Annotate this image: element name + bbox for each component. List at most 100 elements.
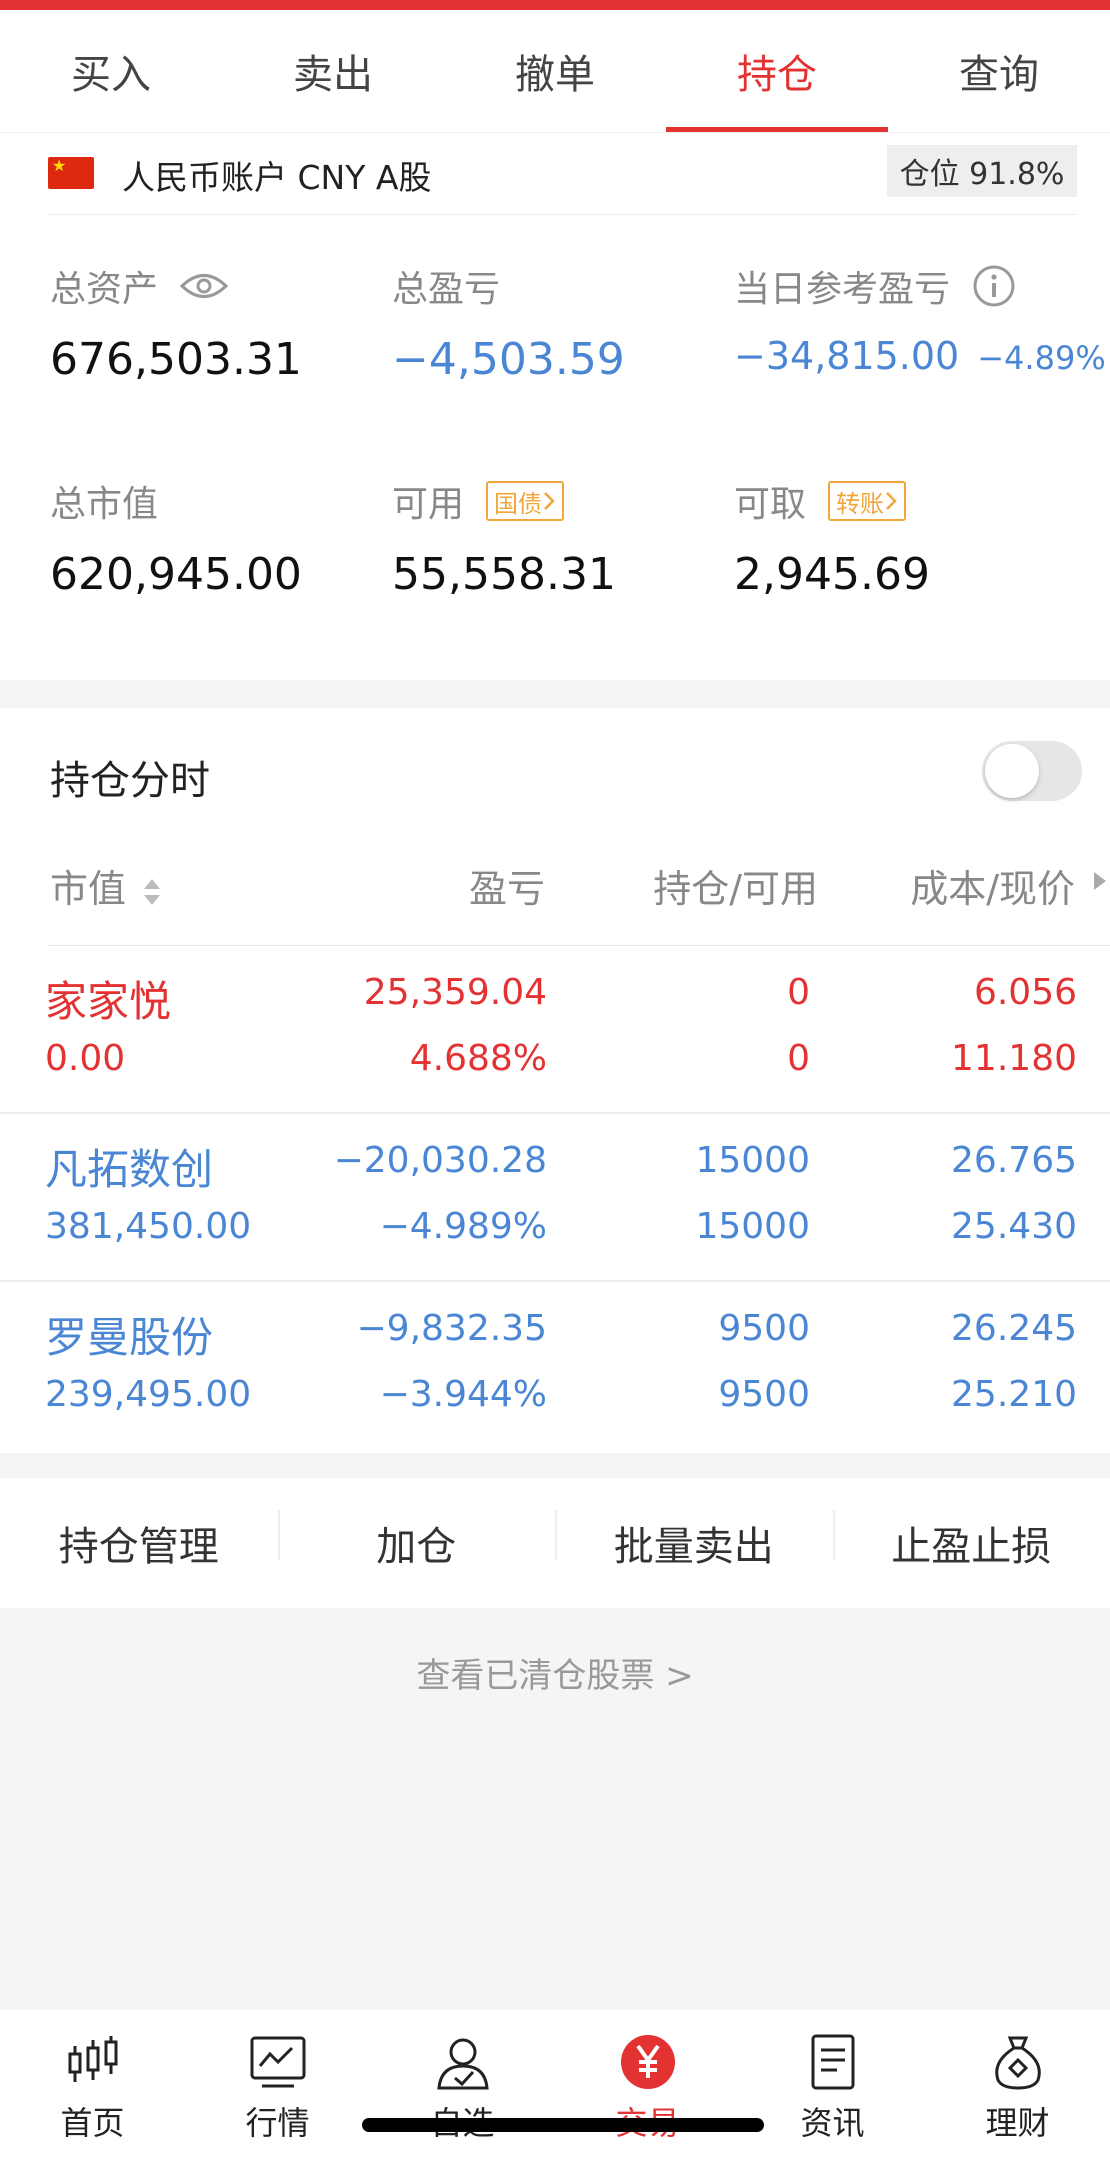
stock-pl: −9,832.35 — [356, 1308, 547, 1349]
money-bag-icon — [994, 2036, 1041, 2090]
batch-sell-button[interactable]: 批量卖出 — [555, 1510, 833, 1572]
today-pl-pct: −4.89% — [977, 339, 1106, 377]
add-position-button[interactable]: 加仓 — [277, 1510, 556, 1572]
nav-news-label: 资讯 — [800, 2104, 865, 2142]
account-row[interactable]: ★ 人民币账户 CNY A股 仓位 91.8% — [0, 133, 1110, 215]
available-value: 55,558.31 — [392, 549, 616, 600]
withdrawable-label: 可取 — [734, 484, 807, 525]
stop-profit-loss-button[interactable]: 止盈止损 — [832, 1510, 1110, 1572]
stock-position: 9500 — [718, 1308, 810, 1349]
stock-available: 0 — [787, 1038, 810, 1079]
stock-market-value: 239,495.00 — [45, 1374, 252, 1415]
column-position[interactable]: 持仓/可用 — [653, 858, 818, 913]
stock-market-value: 0.00 — [45, 1038, 126, 1079]
chart-icon — [250, 2036, 305, 2088]
home-indicator — [362, 2118, 764, 2132]
nav-wealth-label: 理财 — [985, 2104, 1050, 2142]
nav-news[interactable]: 资讯 — [740, 2010, 925, 2159]
today-pl-value: −34,815.00 — [734, 334, 960, 378]
stock-cost: 26.765 — [951, 1140, 1077, 1181]
nav-wealth[interactable]: 理财 — [925, 2010, 1110, 2159]
total-pl-value: −4,503.59 — [392, 334, 625, 385]
stock-market-value: 381,450.00 — [45, 1206, 252, 1247]
column-market-value-label: 市值 — [50, 867, 127, 911]
info-icon[interactable] — [972, 264, 1016, 308]
available: 可用 国债 55,558.31 — [392, 475, 616, 600]
sort-icon — [144, 878, 161, 905]
stock-available: 9500 — [718, 1374, 810, 1415]
bottom-nav: 首页 行情 自选 交易 资讯 — [0, 2010, 1110, 2159]
view-cleared-stocks-link[interactable]: 查看已清仓股票 > — [0, 1648, 1110, 1697]
asset-summary: 总资产 676,503.31 总盈亏 −4,503.59 当日参考盈亏 −34,… — [0, 215, 1110, 680]
stock-cost: 6.056 — [973, 972, 1077, 1013]
holdings-timeshare-title: 持仓分时 — [50, 758, 210, 804]
candlestick-icon — [68, 2036, 117, 2082]
toggle-knob — [985, 744, 1039, 798]
nav-watchlist[interactable]: 自选 — [370, 2010, 555, 2159]
column-market-value[interactable]: 市值 — [50, 858, 162, 913]
holding-actions: 持仓管理 加仓 批量卖出 止盈止损 — [0, 1478, 1110, 1608]
treasury-bond-label: 国债 — [494, 489, 543, 518]
total-pl-label: 总盈亏 — [392, 269, 501, 310]
stock-name: 罗曼股份 — [45, 1313, 214, 1362]
status-accent-bar — [0, 0, 1110, 10]
stock-pl: −20,030.28 — [333, 1140, 547, 1181]
tab-sell[interactable]: 卖出 — [222, 10, 444, 132]
stock-available: 15000 — [695, 1206, 810, 1247]
market-value-value: 620,945.00 — [50, 549, 302, 600]
stock-pl-pct: −3.944% — [379, 1374, 547, 1415]
nav-market-label: 行情 — [245, 2104, 310, 2142]
transfer-button[interactable]: 转账 — [828, 481, 907, 521]
stock-pl-pct: −4.989% — [379, 1206, 547, 1247]
nav-home-label: 首页 — [60, 2104, 125, 2142]
market-value: 总市值 620,945.00 — [50, 475, 302, 600]
stock-price: 25.210 — [951, 1374, 1077, 1415]
stock-position: 0 — [787, 972, 810, 1013]
stock-position: 15000 — [695, 1140, 810, 1181]
total-assets-value: 676,503.31 — [50, 334, 302, 385]
tab-cancel[interactable]: 撤单 — [444, 10, 666, 132]
tab-holdings[interactable]: 持仓 — [666, 10, 888, 132]
treasury-bond-button[interactable]: 国债 — [486, 481, 565, 521]
account-name: 人民币账户 CNY A股 — [122, 158, 432, 197]
holdings-timeshare-toggle[interactable] — [982, 741, 1082, 801]
stock-price: 25.430 — [951, 1206, 1077, 1247]
stock-pl-pct: 4.688% — [409, 1038, 547, 1079]
document-icon — [811, 2034, 854, 2090]
withdrawable: 可取 转账 2,945.69 — [734, 475, 930, 600]
china-flag-icon: ★ — [48, 157, 94, 189]
stock-name: 凡拓数创 — [45, 1145, 214, 1194]
tab-query[interactable]: 查询 — [888, 10, 1110, 132]
yen-icon — [620, 2035, 675, 2089]
nav-market[interactable]: 行情 — [185, 2010, 370, 2159]
today-pl: 当日参考盈亏 −34,815.00 −4.89% — [734, 260, 1106, 378]
stock-pl: 25,359.04 — [363, 972, 547, 1013]
holdings-section: 持仓分时 市值 盈亏 持仓/可用 成本/现价 家家悦 0.00 25,359.0… — [0, 708, 1110, 1453]
eye-icon[interactable] — [180, 271, 229, 301]
total-pl: 总盈亏 −4,503.59 — [392, 260, 625, 385]
stock-cost: 26.245 — [951, 1308, 1077, 1349]
stock-price: 11.180 — [951, 1038, 1077, 1079]
column-pl[interactable]: 盈亏 — [469, 858, 545, 913]
chevron-right-icon — [886, 492, 897, 510]
table-row[interactable]: 罗曼股份 239,495.00 −9,832.35 −3.944% 9500 9… — [0, 1282, 1110, 1450]
chevron-right-icon — [544, 492, 555, 510]
total-assets: 总资产 676,503.31 — [50, 260, 302, 385]
column-cost-price[interactable]: 成本/现价 — [910, 858, 1075, 913]
table-row[interactable]: 凡拓数创 381,450.00 −20,030.28 −4.989% 15000… — [0, 1114, 1110, 1282]
transfer-label: 转账 — [836, 489, 885, 518]
today-pl-label: 当日参考盈亏 — [734, 269, 951, 310]
nav-home[interactable]: 首页 — [0, 2010, 185, 2159]
tab-buy[interactable]: 买入 — [0, 10, 222, 132]
withdrawable-value: 2,945.69 — [734, 549, 930, 600]
total-assets-label: 总资产 — [50, 269, 159, 310]
trade-tabs: 买入 卖出 撤单 持仓 查询 — [0, 10, 1110, 133]
user-icon — [436, 2038, 489, 2090]
manage-holdings-button[interactable]: 持仓管理 — [0, 1514, 278, 1572]
available-label: 可用 — [392, 484, 465, 525]
scroll-right-icon[interactable] — [1090, 866, 1110, 896]
stock-name: 家家悦 — [45, 977, 172, 1026]
table-row[interactable]: 家家悦 0.00 25,359.04 4.688% 0 0 6.056 11.1… — [0, 946, 1110, 1114]
position-ratio-badge: 仓位 91.8% — [887, 145, 1077, 197]
nav-trade[interactable]: 交易 — [555, 2010, 740, 2159]
